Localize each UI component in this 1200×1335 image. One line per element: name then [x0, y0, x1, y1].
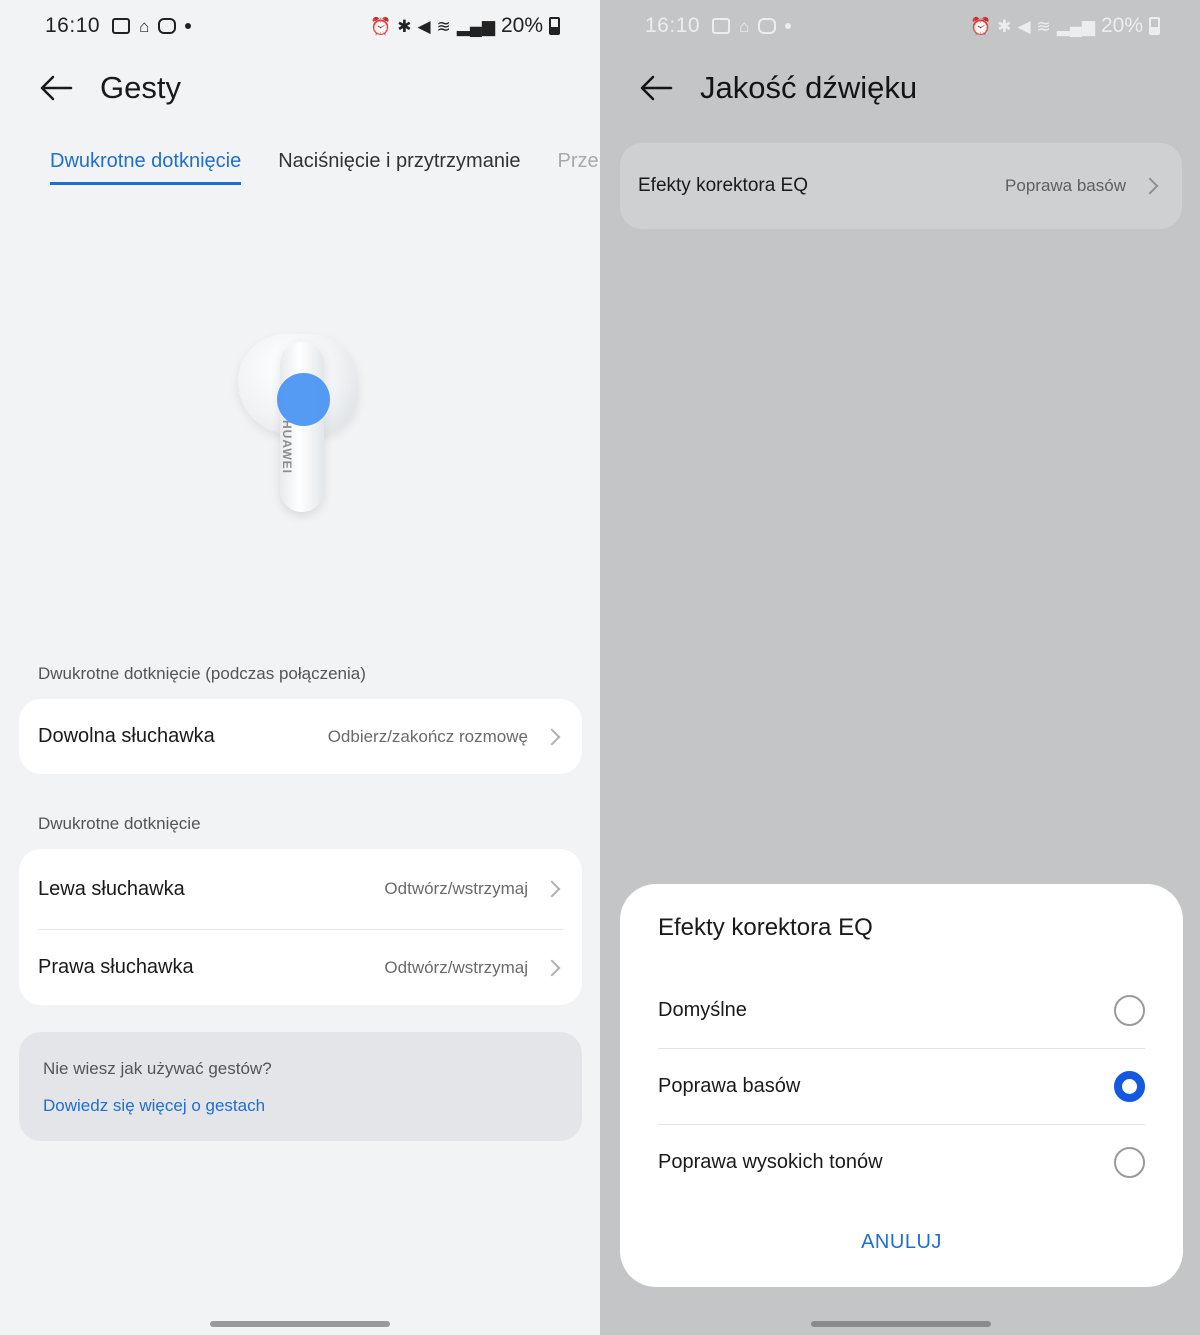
alarm-icon: ⏰ — [970, 16, 992, 36]
section-label-call: Dwukrotne dotknięcie (podczas połączenia… — [38, 664, 366, 683]
radio-button-selected[interactable] — [1114, 1070, 1145, 1102]
battery-percent: 20% — [500, 14, 543, 37]
chevron-right-icon — [543, 880, 561, 898]
option-treble-boost[interactable]: Poprawa wysokich tonów — [658, 1124, 1145, 1200]
option-label: Domyślne — [658, 998, 747, 1021]
back-button[interactable] — [638, 70, 674, 106]
row-value: Odtwórz/wstrzymaj — [384, 879, 528, 898]
back-button[interactable] — [38, 70, 74, 106]
row-value: Odtwórz/wstrzymaj — [384, 957, 528, 977]
signal-icon: ▂▄▆ — [456, 16, 495, 36]
cancel-button[interactable]: ANULUJ — [620, 1231, 1183, 1254]
gesture-tabs: Dwukrotne dotknięcie Naciśnięcie i przyt… — [50, 150, 600, 185]
chevron-right-icon — [543, 728, 561, 745]
dialog-title: Efekty korektora EQ — [658, 914, 873, 941]
section-label-double-tap: Dwukrotne dotknięcie — [38, 814, 201, 833]
notification-dot-icon — [185, 23, 192, 29]
status-bar: 16:10 ⌂ ⏰ ✱ ◀ ≋ ▂▄▆ 20% — [45, 10, 560, 42]
gestures-screen: 16:10 ⌂ ⏰ ✱ ◀ ≋ ▂▄▆ 20% Gesty Dwukrotne … — [0, 0, 600, 1335]
row-value: Odbierz/zakończ rozmowę — [327, 726, 528, 746]
option-label: Poprawa basów — [658, 1074, 801, 1097]
row-label: Lewa słuchawka — [38, 877, 185, 900]
arrow-left-icon — [40, 75, 73, 101]
page-title: Gesty — [100, 70, 181, 105]
notification-dot-icon — [785, 23, 792, 29]
tab-double-tap[interactable]: Dwukrotne dotknięcie — [50, 150, 242, 185]
earbud-brand: HUAWEI — [280, 420, 294, 474]
option-label: Poprawa wysokich tonów — [658, 1150, 883, 1173]
status-time: 16:10 — [645, 14, 701, 37]
battery-icon — [549, 17, 560, 35]
app-header: Jakość dźwięku — [638, 60, 917, 116]
mute-icon: ◀ — [1017, 16, 1031, 36]
learn-more-link[interactable]: Dowiedz się więcej o gestach — [43, 1096, 558, 1116]
radio-button[interactable] — [1114, 1146, 1145, 1178]
instagram-icon — [158, 18, 177, 34]
radio-button[interactable] — [1114, 994, 1145, 1026]
mute-icon: ◀ — [417, 16, 431, 36]
page-title: Jakość dźwięku — [700, 70, 918, 105]
list-item-right-earbud[interactable]: Prawa słuchawka Odtwórz/wstrzymaj — [19, 930, 582, 1005]
list-item-left-earbud[interactable]: Lewa słuchawka Odtwórz/wstrzymaj — [19, 849, 582, 929]
arrow-left-icon — [640, 75, 673, 101]
gallery-icon — [712, 18, 731, 34]
chevron-right-icon — [1141, 177, 1159, 195]
option-bass-boost[interactable]: Poprawa basów — [658, 1048, 1145, 1124]
wifi-icon: ≋ — [436, 16, 451, 36]
row-label: Dowolna słuchawka — [38, 725, 215, 747]
eq-dialog: Efekty korektora EQ Domyślne Poprawa bas… — [620, 884, 1183, 1287]
sound-quality-screen: 16:10 ⌂ ⏰ ✱ ◀ ≋ ▂▄▆ 20% Jakość dźwięku E… — [600, 0, 1200, 1335]
battery-icon — [1149, 17, 1160, 35]
bluetooth-icon: ✱ — [997, 16, 1012, 36]
row-value: Poprawa basów — [1005, 176, 1126, 195]
eq-effects-row[interactable]: Efekty korektora EQ Poprawa basów — [620, 143, 1182, 229]
option-default[interactable]: Domyślne — [658, 972, 1145, 1048]
alarm-icon: ⏰ — [370, 16, 392, 36]
status-time: 16:10 — [45, 14, 101, 37]
gesture-help-card: Nie wiesz jak używać gestów? Dowiedz się… — [19, 1032, 582, 1141]
tab-press-hold[interactable]: Naciśnięcie i przytrzymanie — [278, 150, 520, 185]
status-bar: 16:10 ⌂ ⏰ ✱ ◀ ≋ ▂▄▆ 20% — [645, 10, 1160, 42]
call-gesture-card: Dowolna słuchawka Odbierz/zakończ rozmow… — [19, 699, 582, 774]
home-indicator[interactable] — [811, 1321, 991, 1327]
signal-icon: ▂▄▆ — [1056, 16, 1095, 36]
gallery-icon — [112, 18, 131, 34]
row-label: Prawa słuchawka — [38, 956, 194, 978]
home-icon: ⌂ — [739, 16, 750, 36]
app-header: Gesty — [38, 60, 181, 116]
battery-percent: 20% — [1100, 14, 1143, 37]
home-icon: ⌂ — [139, 16, 150, 36]
chevron-right-icon — [543, 959, 561, 976]
instagram-icon — [758, 18, 777, 34]
help-question: Nie wiesz jak używać gestów? — [43, 1059, 272, 1078]
list-item-any-earbud[interactable]: Dowolna słuchawka Odbierz/zakończ rozmow… — [19, 699, 582, 774]
touch-point-indicator — [277, 373, 330, 426]
bluetooth-icon: ✱ — [397, 16, 412, 36]
home-indicator[interactable] — [210, 1321, 390, 1327]
row-label: Efekty korektora EQ — [638, 175, 809, 196]
earbud-illustration: HUAWEI — [230, 320, 370, 520]
tab-swipe[interactable]: Prze — [558, 150, 599, 185]
double-tap-card: Lewa słuchawka Odtwórz/wstrzymaj Prawa s… — [19, 849, 582, 1005]
wifi-icon: ≋ — [1036, 16, 1051, 36]
